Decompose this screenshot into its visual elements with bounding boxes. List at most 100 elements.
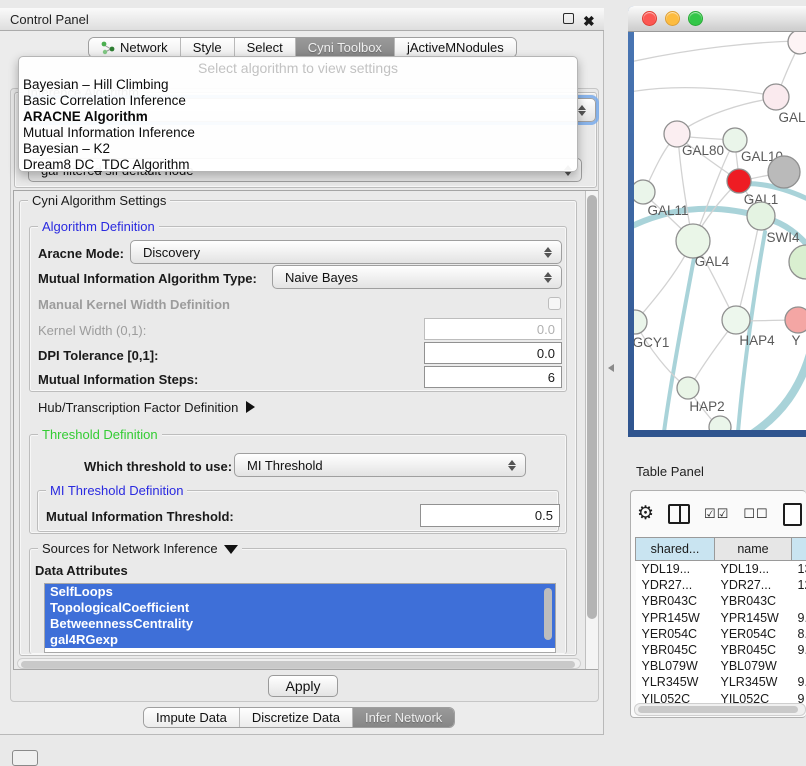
gear-icon[interactable]: ⚙	[637, 504, 654, 524]
network-node[interactable]	[677, 377, 699, 399]
column-header-name[interactable]: name	[715, 538, 792, 561]
dropdown-item[interactable]: Dream8 DC_TDC Algorithm	[19, 157, 577, 173]
combo-stepper-icon	[541, 247, 555, 258]
apply-button[interactable]: Apply	[268, 675, 338, 697]
mi-steps-field[interactable]: 6	[424, 366, 562, 388]
split-handle-icon[interactable]	[608, 364, 614, 372]
network-node[interactable]	[785, 307, 806, 333]
manual-kernel-checkbox[interactable]	[548, 297, 561, 310]
expand-arrow-icon[interactable]	[224, 545, 238, 554]
table-row[interactable]: YLR345W YLR345W 9.	[636, 674, 806, 690]
network-node[interactable]	[634, 180, 655, 204]
tab-infer-network[interactable]: Infer Network	[353, 708, 454, 727]
table-row[interactable]: YBR043C YBR043C	[636, 593, 806, 609]
column-header-partial[interactable]	[792, 538, 806, 561]
data-attribute-item[interactable]: TopologicalCoefficient	[45, 600, 555, 616]
network-edge[interactable]	[634, 41, 798, 62]
app-root: { "window": { "title": "Control Panel" }…	[0, 0, 806, 762]
combo-stepper-icon	[541, 272, 555, 283]
panel-corner-icon[interactable]	[12, 750, 38, 766]
checked-boxes-icon[interactable]: ☑☑	[704, 506, 729, 522]
network-edge[interactable]	[634, 88, 774, 96]
dropdown-prompt: Select algorithm to view settings	[19, 59, 577, 77]
data-attribute-item[interactable]: BetweennessCentrality	[45, 616, 555, 632]
network-node[interactable]	[763, 84, 789, 110]
float-window-icon[interactable]	[563, 13, 574, 24]
network-node[interactable]	[747, 202, 775, 230]
table-row[interactable]: YDL19... YDL19... 13	[636, 561, 806, 578]
columns-icon[interactable]	[668, 504, 690, 524]
which-threshold-label: Which threshold to use:	[84, 459, 232, 474]
network-graph[interactable]: GALGAL80GAL10GAL1GAL11SWI4GAL4GCY1HAP4YH…	[634, 32, 806, 430]
data-attribute-item[interactable]: SelfLoops	[45, 584, 555, 600]
mi-type-combo[interactable]: Naive Bayes	[272, 265, 562, 289]
collapse-arrow-icon[interactable]	[246, 401, 255, 413]
window-minimize-icon[interactable]	[665, 11, 680, 26]
combo-stepper-icon	[505, 460, 519, 471]
network-edge[interactable]	[677, 98, 776, 134]
network-node-label: HAP2	[689, 399, 724, 414]
table-row[interactable]: YER054C YER054C 8.	[636, 626, 806, 642]
mi-threshold-group-title: MI Threshold Definition	[46, 483, 187, 498]
table-hscrollbar-thumb[interactable]	[638, 706, 798, 713]
tab-discretize-data[interactable]: Discretize Data	[240, 708, 353, 727]
dropdown-item[interactable]: ARACNE Algorithm	[19, 109, 577, 125]
tab-cyni-toolbox[interactable]: Cyni Toolbox	[296, 38, 395, 57]
table-row[interactable]: YBR045C YBR045C 9.	[636, 642, 806, 658]
settings-scrollbar-thumb[interactable]	[587, 195, 597, 619]
window-zoom-icon[interactable]	[688, 11, 703, 26]
network-node[interactable]	[634, 310, 647, 334]
network-node[interactable]	[676, 224, 710, 258]
network-node[interactable]	[709, 416, 731, 430]
network-node[interactable]	[722, 306, 750, 334]
list-scrollbar-thumb[interactable]	[544, 588, 552, 640]
dropdown-item[interactable]: Bayesian – Hill Climbing	[19, 77, 577, 93]
document-icon[interactable]	[783, 503, 802, 526]
which-threshold-combo[interactable]: MI Threshold	[234, 453, 526, 477]
table-row[interactable]: YPR145W YPR145W 9.	[636, 610, 806, 626]
mi-steps-label: Mutual Information Steps:	[38, 372, 198, 387]
algorithm-definition-title: Algorithm Definition	[38, 219, 159, 234]
table-row[interactable]: YBL079W YBL079W	[636, 658, 806, 674]
table-toolbar: ⚙ ☑☑ ☐☐	[637, 501, 806, 527]
network-edge[interactable]	[737, 218, 760, 319]
mi-threshold-field[interactable]: 0.5	[420, 504, 560, 527]
network-node-label: GAL4	[695, 254, 730, 269]
settings-horizontal-scrollbar[interactable]	[17, 658, 581, 669]
unchecked-boxes-icon[interactable]: ☐☐	[743, 506, 768, 522]
mi-threshold-label: Mutual Information Threshold:	[46, 509, 234, 524]
dpi-tolerance-field[interactable]: 0.0	[424, 342, 562, 364]
table-rows: YDL19... YDL19... 13 YDR27... YDR27... 1…	[636, 561, 806, 707]
tab-style[interactable]: Style	[181, 38, 235, 57]
node-table: shared... name YDL19... YDL19... 13 YDR2…	[635, 537, 806, 707]
tab-network[interactable]: Network	[89, 38, 181, 57]
network-node[interactable]	[727, 169, 751, 193]
dropdown-items: Bayesian – Hill ClimbingBasic Correlatio…	[19, 77, 577, 173]
table-row[interactable]: YDR27... YDR27... 12	[636, 577, 806, 593]
column-header-shared-name[interactable]: shared...	[636, 538, 715, 561]
network-view-canvas[interactable]: GALGAL80GAL10GAL1GAL11SWI4GAL4GCY1HAP4YH…	[634, 32, 806, 430]
close-panel-icon[interactable]: ✖	[583, 13, 595, 30]
window-close-icon[interactable]	[642, 11, 657, 26]
kernel-width-field[interactable]: 0.0	[424, 318, 562, 340]
network-node[interactable]	[788, 32, 806, 54]
hub-section-toggle[interactable]: Hub/Transcription Factor Definition	[38, 400, 255, 415]
dropdown-item[interactable]: Bayesian – K2	[19, 141, 577, 157]
tab-impute-data[interactable]: Impute Data	[144, 708, 240, 727]
network-window-titlebar[interactable]	[628, 6, 806, 32]
tab-jactivemnodules[interactable]: jActiveMNodules	[395, 38, 516, 57]
network-node-label: SWI4	[766, 230, 799, 245]
network-node[interactable]	[768, 156, 800, 188]
dropdown-item[interactable]: Basic Correlation Inference	[19, 93, 577, 109]
settings-hscrollbar-thumb[interactable]	[21, 661, 575, 668]
tab-select[interactable]: Select	[235, 38, 296, 57]
data-attribute-items: SelfLoopsTopologicalCoefficientBetweenne…	[45, 584, 555, 648]
network-edge[interactable]	[752, 354, 806, 430]
network-node[interactable]	[789, 245, 806, 279]
kernel-width-label: Kernel Width (0,1):	[38, 323, 146, 338]
aracne-mode-combo[interactable]: Discovery	[130, 240, 562, 264]
table-horizontal-scrollbar[interactable]	[634, 703, 806, 716]
dropdown-item[interactable]: Mutual Information Inference	[19, 125, 577, 141]
data-attribute-item[interactable]: gal4RGexp	[45, 632, 555, 648]
control-panel-titlebar[interactable]: Control Panel	[0, 8, 604, 31]
